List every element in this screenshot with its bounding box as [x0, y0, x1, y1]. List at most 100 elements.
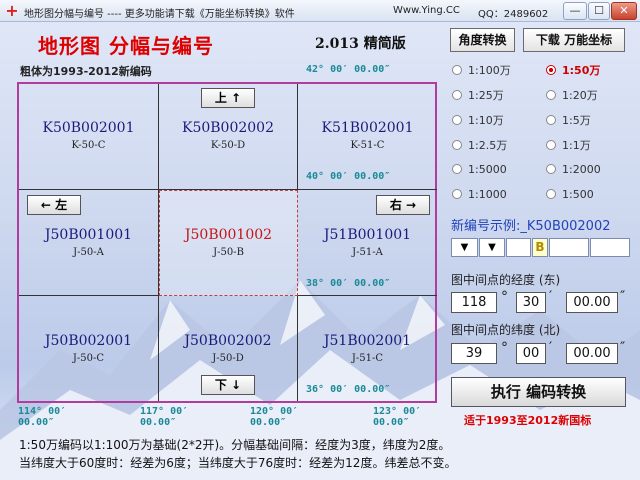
grid-cell[interactable]: K50B002001 K-50-C: [19, 84, 159, 190]
map-sheet-grid: K50B002001 K-50-C 上 ↑ K50B002002 K-50-D …: [17, 82, 437, 403]
radio-icon: [452, 140, 462, 150]
version-label: 2.013 精简版: [315, 36, 406, 52]
radio-icon: [546, 164, 556, 174]
minute-unit: ′: [549, 289, 553, 305]
code-letter-select[interactable]: ▼: [451, 238, 478, 257]
scale-option-1-100000[interactable]: 1:10万: [452, 112, 504, 128]
code-part-field[interactable]: [506, 238, 531, 257]
sheet-code: J51B001001: [323, 227, 412, 243]
footer-line-2: 当纬度大于60度时：经差为6度；当纬度大于76度时：经差为12度。纬差总不变。: [19, 456, 457, 470]
window-title: 地形图分幅与编号 ---- 更多功能请下载《万能坐标转换》软件: [24, 9, 295, 20]
longitude-second-input[interactable]: 00.00: [566, 292, 618, 313]
maximize-button[interactable]: ☐: [588, 2, 610, 20]
sheet-code: J51B002001: [323, 333, 412, 349]
scale-option-1-500[interactable]: 1:500: [546, 188, 594, 201]
longitude-label-2: 117° 00′ 00.00″: [140, 406, 189, 428]
close-button[interactable]: ✕: [611, 2, 637, 20]
radio-icon: [452, 90, 462, 100]
grid-cell[interactable]: J51B002001 J-51-C: [298, 296, 437, 401]
standard-note: 适于1993至2012新国标: [464, 414, 592, 427]
title-qq: QQ：2489602: [478, 9, 549, 20]
radio-selected-icon: [546, 65, 556, 75]
maximize-icon: ☐: [594, 4, 604, 17]
latitude-label: 图中间点的纬度 (北): [451, 323, 561, 337]
download-button[interactable]: 下载 万能坐标: [523, 28, 625, 52]
radio-icon: [546, 90, 556, 100]
scale-option-1-1000000[interactable]: 1:100万: [452, 62, 511, 78]
sheet-code: J50B002002: [184, 333, 272, 349]
title-url: Www.Ying.CC: [393, 5, 460, 16]
longitude-label: 图中间点的经度 (东): [451, 273, 561, 287]
execute-convert-button[interactable]: 执行 编码转换: [451, 377, 626, 407]
grid-cell[interactable]: K51B002001 K-51-C: [298, 84, 437, 190]
sheet-code: K51B002001: [321, 120, 414, 136]
latitude-label-top: 42° 00′ 00.00″: [306, 64, 391, 75]
column-number-field[interactable]: [590, 238, 630, 257]
sheet-old-code: K-50-C: [71, 140, 106, 151]
sheet-code-current: J50B001002: [184, 227, 273, 243]
longitude-degree-input[interactable]: 118: [451, 292, 497, 313]
scale-option-1-10000[interactable]: 1:1万: [546, 137, 591, 153]
sheet-old-code: J-50-A: [73, 247, 104, 258]
scale-option-1-25000[interactable]: 1:2.5万: [452, 137, 507, 153]
nav-right-button[interactable]: 右 →: [376, 195, 430, 215]
latitude-minute-input[interactable]: 00: [516, 343, 546, 364]
row-number-field[interactable]: [549, 238, 589, 257]
second-unit: ″: [620, 289, 626, 305]
grid-cell[interactable]: 上 ↑ K50B002002 K-50-D: [159, 84, 298, 190]
radio-icon: [452, 164, 462, 174]
radio-icon: [452, 189, 462, 199]
code-number-select[interactable]: ▼: [479, 238, 505, 257]
scale-option-1-500000[interactable]: 1:50万: [546, 62, 600, 78]
longitude-label-1: 114° 00′ 00.00″: [18, 406, 67, 428]
grid-cell-current[interactable]: J50B001002 J-50-B: [159, 190, 298, 296]
second-unit: ″: [620, 340, 626, 356]
sheet-code: J50B002001: [44, 333, 133, 349]
grid-cell[interactable]: 右 → J51B001001 J-51-A: [298, 190, 437, 296]
radio-icon: [546, 115, 556, 125]
longitude-label-4: 123° 00′ 00.00″: [373, 406, 422, 428]
close-icon: ✕: [619, 4, 629, 17]
grid-cell[interactable]: ← 左 J50B001001 J-50-A: [19, 190, 159, 296]
radio-icon: [452, 115, 462, 125]
latitude-degree-input[interactable]: 39: [451, 343, 497, 364]
minute-unit: ′: [549, 340, 553, 356]
longitude-label-3: 120° 00′ 00.00″: [250, 406, 299, 428]
scale-option-1-1000[interactable]: 1:1000: [452, 188, 507, 201]
scale-option-1-50000[interactable]: 1:5万: [546, 112, 591, 128]
grid-cell[interactable]: J50B002002 J-50-D 下 ↓: [159, 296, 298, 401]
radio-icon: [546, 140, 556, 150]
page-title: 地形图 分幅与编号: [38, 34, 214, 58]
sheet-old-code: J-51-A: [352, 247, 383, 258]
sheet-code: J50B001001: [44, 227, 133, 243]
subtitle: 粗体为1993-2012新编码: [20, 65, 152, 78]
nav-left-button[interactable]: ← 左: [27, 195, 81, 215]
main-content: 地形图 分幅与编号 2.013 精简版 角度转换 下载 万能坐标 粗体为1993…: [0, 22, 640, 480]
grid-cell[interactable]: J50B002001 J-50-C: [19, 296, 159, 401]
sheet-old-code: J-51-C: [351, 353, 384, 364]
radio-icon: [546, 189, 556, 199]
latitude-second-input[interactable]: 00.00: [566, 343, 618, 364]
scale-letter-field[interactable]: B: [532, 238, 548, 257]
sheet-old-code: J-50-D: [212, 353, 244, 364]
app-icon: +: [5, 1, 19, 20]
angle-convert-button[interactable]: 角度转换: [450, 28, 515, 52]
minimize-icon: —: [569, 4, 581, 17]
title-bar: + 地形图分幅与编号 ---- 更多功能请下载《万能坐标转换》软件 Www.Yi…: [0, 0, 640, 22]
degree-unit: °: [501, 289, 508, 305]
degree-unit: °: [501, 340, 508, 356]
sheet-old-code: J-50-C: [72, 353, 105, 364]
sheet-code: K50B002002: [181, 120, 274, 136]
minimize-button[interactable]: —: [563, 2, 587, 20]
nav-down-button[interactable]: 下 ↓: [201, 375, 255, 395]
scale-option-1-250000[interactable]: 1:25万: [452, 87, 504, 103]
footer-line-1: 1:50万编码以1:100万为基础(2*2开)。分幅基础间隔：经度为3度，纬度为…: [19, 438, 451, 452]
scale-option-1-2000[interactable]: 1:2000: [546, 163, 601, 176]
sheet-old-code: K-51-C: [350, 140, 385, 151]
sheet-old-code: J-50-B: [213, 247, 244, 258]
scale-option-1-5000[interactable]: 1:5000: [452, 163, 507, 176]
new-code-example: 新编号示例:_K50B002002: [451, 219, 611, 234]
longitude-minute-input[interactable]: 30: [516, 292, 546, 313]
nav-up-button[interactable]: 上 ↑: [201, 88, 255, 108]
scale-option-1-200000[interactable]: 1:20万: [546, 87, 598, 103]
